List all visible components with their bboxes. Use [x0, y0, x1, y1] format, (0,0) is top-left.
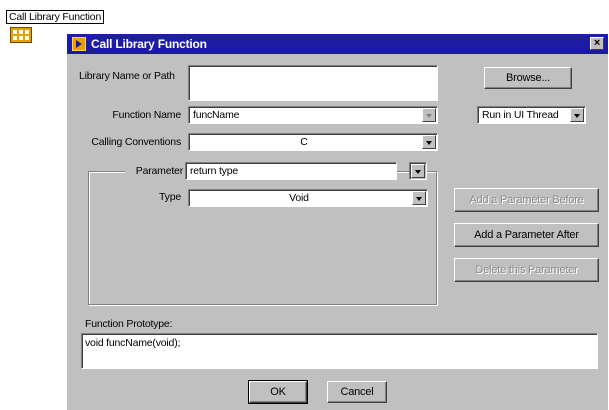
node-glyph-icon: [13, 30, 29, 40]
chevron-down-icon[interactable]: [412, 191, 426, 205]
library-path-label: Library Name or Path: [79, 70, 175, 82]
function-prototype-label: Function Prototype:: [85, 318, 173, 330]
add-parameter-before-button[interactable]: Add a Parameter Before: [454, 188, 599, 212]
close-icon[interactable]: ×: [590, 37, 604, 50]
function-name-value: funcName: [193, 109, 240, 121]
type-select[interactable]: Void: [188, 189, 428, 207]
node-label: Call Library Function: [6, 10, 105, 24]
cancel-button[interactable]: Cancel: [327, 381, 387, 403]
calling-conventions-label: Calling Conventions: [91, 136, 181, 148]
function-name-combo[interactable]: funcName: [188, 106, 438, 124]
calling-conventions-select[interactable]: C: [188, 133, 438, 151]
function-prototype-display: void funcName(void);: [81, 333, 598, 369]
library-path-input[interactable]: [188, 65, 438, 101]
call-library-dialog: Call Library Function × Library Name or …: [67, 34, 608, 410]
type-value: Void: [289, 192, 309, 204]
app-icon: [72, 37, 86, 51]
dialog-title: Call Library Function: [91, 37, 207, 51]
add-parameter-after-button[interactable]: Add a Parameter After: [454, 223, 599, 247]
function-name-label: Function Name: [112, 109, 181, 121]
chevron-down-icon[interactable]: [411, 164, 425, 178]
thread-value: Run in UI Thread: [482, 109, 559, 121]
chevron-down-icon[interactable]: [570, 108, 584, 122]
ok-button[interactable]: OK: [248, 380, 308, 404]
parameter-input[interactable]: return type: [185, 162, 397, 180]
browse-button[interactable]: Browse...: [484, 67, 572, 89]
chevron-down-icon[interactable]: [422, 135, 436, 149]
parameter-value: return type: [190, 165, 238, 177]
title-bar: Call Library Function ×: [67, 34, 608, 54]
calling-conventions-value: C: [300, 136, 308, 148]
delete-parameter-button[interactable]: Delete this Parameter: [454, 258, 599, 282]
parameter-label: Parameter: [135, 165, 183, 177]
chevron-down-icon[interactable]: [422, 108, 436, 122]
library-node-icon[interactable]: [10, 27, 32, 43]
parameter-dropdown[interactable]: [409, 162, 427, 180]
type-label: Type: [159, 191, 181, 203]
thread-select[interactable]: Run in UI Thread: [477, 106, 586, 124]
